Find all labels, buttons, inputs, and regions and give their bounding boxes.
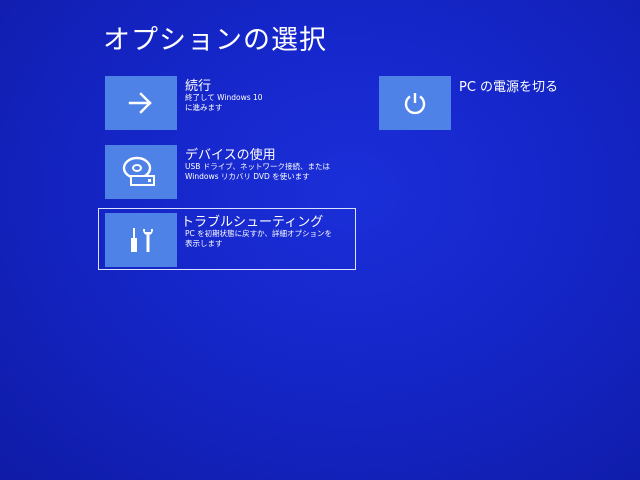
disc-drive-icon [121,155,161,189]
option-continue-tile [105,76,177,130]
option-turn-off-pc-tile [379,76,451,130]
option-continue[interactable]: 続行 終了して Windows 10 に進みます [105,76,305,132]
tools-icon [126,225,156,255]
page-title: オプションの選択 [103,25,327,56]
option-troubleshoot-tile [105,213,177,267]
option-troubleshoot-description: PC を初期状態に戻すか、詳細オプションを 表示します [185,229,332,248]
option-use-device-tile [105,145,177,199]
option-continue-title: 続行 [185,79,212,94]
option-troubleshoot[interactable]: トラブルシューティング PC を初期状態に戻すか、詳細オプションを 表示します [98,208,358,272]
option-use-device-description: USB ドライブ、ネットワーク接続、または Windows リカバリ DVD を… [185,162,331,181]
arrow-right-icon [128,92,154,114]
option-continue-description: 終了して Windows 10 に進みます [185,93,263,112]
option-troubleshoot-title: トラブルシューティング [181,215,324,230]
option-use-device-title: デバイスの使用 [185,148,276,163]
option-turn-off-pc-title: PC の電源を切る [459,80,559,95]
recovery-screen: オプションの選択 続行 終了して Windows 10 に進みます デバイスの使… [0,0,640,480]
power-icon [402,90,428,116]
option-turn-off-pc[interactable]: PC の電源を切る [379,76,599,132]
option-use-device[interactable]: デバイスの使用 USB ドライブ、ネットワーク接続、または Windows リカ… [105,145,355,201]
